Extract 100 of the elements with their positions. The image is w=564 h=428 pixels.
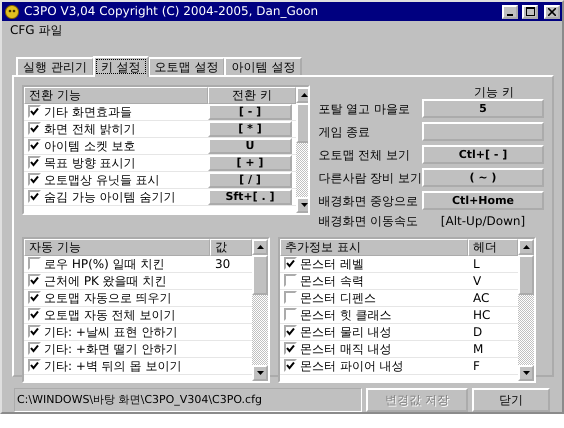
section-heading: 기능 키 [474,85,515,100]
minimize-icon [507,14,513,16]
checkbox[interactable] [28,359,41,372]
list-item-label: 몬스터 파이어 내성 [300,358,404,373]
maximize-icon [526,7,534,16]
checkbox[interactable] [28,257,41,270]
list-item-label: 오토맵상 유닛들 표시 [44,172,160,188]
checkbox[interactable] [28,274,41,288]
checkbox[interactable] [28,308,41,322]
table-cell-text: V [472,274,482,288]
table-cell-text: M [472,342,484,356]
column-header: 추가정보 표시 [280,238,468,256]
app-icon [4,4,20,20]
list-item-label: 기타: +벽 뒤의 몹 보이기 [44,358,182,373]
hotkey-button[interactable]: [ + ] [208,155,292,171]
scroll-down-button[interactable] [252,364,268,381]
scrollbar-thumb[interactable] [252,254,268,295]
checkbox[interactable] [284,342,297,356]
list-item-label: 로우 HP(%) 일때 치킨 [44,256,164,271]
checkbox[interactable] [284,359,297,372]
hotkey-button[interactable]: Ctl+[ - ] [422,145,544,164]
up-arrow-icon [300,93,308,97]
checkbox[interactable] [284,257,297,270]
list-item-label: 기타: +화면 떨기 안하기 [44,342,178,356]
table-cell-text: D [472,324,482,339]
list-item-label: 아이템 소켓 보호 [44,138,136,154]
tab[interactable]: 실행 관리기 [16,56,94,75]
checkbox[interactable] [28,173,41,186]
function-label: 포탈 열고 마을로 [318,102,411,116]
file-path-field: C:\WINDOWS\바탕 화면\C3PO_V304\C3PO.cfg [14,388,362,412]
list-item-label: 숨김 가능 아이템 숨기기 [44,190,176,204]
hotkey-button[interactable]: ( ~ ) [422,168,544,188]
checkbox[interactable] [28,105,41,118]
scrollbar-thumb[interactable] [296,103,308,143]
tab[interactable]: 오토맵 설정 [148,56,226,75]
hotkey-button[interactable]: 5 [422,99,544,118]
list-item-label: 몬스터 레벨 [300,256,364,271]
list-item-label: 화면 전체 밝히기 [44,122,136,136]
menu-item[interactable]: CFG 파일 [10,23,62,38]
hotkey-button[interactable]: [ / ] [208,172,292,188]
hotkey-button[interactable]: Ctl+Home [422,191,544,210]
hotkey-button[interactable]: Sft+[ . ] [208,189,292,205]
checkbox[interactable] [28,190,41,204]
checkbox[interactable] [28,291,41,304]
close-button[interactable]: 닫기 [472,388,550,412]
checkbox[interactable] [28,156,41,170]
column-header: 자동 기능 [24,238,210,256]
list-item-label: 근처에 PK 왔을때 치킨 [44,274,167,288]
down-arrow-icon [256,370,264,375]
list-item-label: 몬스터 물리 내성 [300,324,392,339]
hotkey-button[interactable]: [ * ] [208,121,292,137]
hotkey-button[interactable]: U [208,138,292,154]
list-item-label: 몬스터 디펜스 [300,290,376,305]
window-title: C3PO V3,04 Copyright (C) 2004-2005, Dan_Goon [24,4,320,19]
scroll-down-button[interactable] [518,364,534,381]
close-button[interactable] [544,4,560,19]
table-cell-text: HC [472,308,490,322]
scroll-up-button[interactable] [252,238,268,255]
up-arrow-icon [256,244,264,249]
function-label: 게임 종료 [318,124,372,140]
minimize-button[interactable] [502,4,518,19]
scroll-up-button[interactable] [518,238,534,255]
table-cell-text: L [472,256,480,271]
checkbox[interactable] [284,291,297,304]
function-label: 다른사람 장비 보기 [318,170,422,186]
down-arrow-icon [300,203,308,207]
hotkey-text: [Alt-Up/Down] [440,214,526,229]
list-item-label: 몬스터 매직 내성 [300,342,392,356]
tab[interactable]: 아이템 설정 [224,56,302,75]
checkbox[interactable] [28,325,41,338]
column-header: 헤더 [468,238,518,256]
list-item-label: 몬스터 속력 [300,274,364,288]
table-cell-text: F [472,358,480,373]
table-cell-text: 30 [214,256,230,271]
down-arrow-icon [522,370,530,375]
column-header: 전환 기능 [24,87,208,104]
scroll-up-button[interactable] [296,87,308,103]
list-item-label: 기타 화면효과들 [44,104,132,120]
list-item-label: 목표 방향 표시기 [44,156,136,170]
checkbox[interactable] [284,274,297,288]
list-item-label: 몬스터 힛 클래스 [300,308,392,322]
list-item-label: 오토맵 자동 전체 보이기 [44,308,176,322]
table-cell-text: AC [472,290,490,305]
column-header: 전환 키 [208,87,296,104]
checkbox[interactable] [284,308,297,322]
function-label: 오토맵 전체 보기 [318,148,411,162]
list-item-label: 기타: +날씨 표현 안하기 [44,324,178,339]
list-item-label: 오토맵 자동으로 띄우기 [44,290,172,305]
scrollbar-thumb[interactable] [518,254,534,295]
scroll-down-button[interactable] [296,197,308,213]
hotkey-button[interactable]: [ - ] [208,104,292,120]
maximize-button[interactable] [522,4,538,19]
checkbox[interactable] [284,325,297,338]
tab[interactable]: 키 설정 [92,56,149,77]
checkbox[interactable] [28,342,41,356]
function-label: 배경화면 중앙으로 [318,194,420,208]
checkbox[interactable] [28,122,41,136]
column-header: 값 [210,238,252,256]
up-arrow-icon [522,244,530,249]
checkbox[interactable] [28,139,41,152]
